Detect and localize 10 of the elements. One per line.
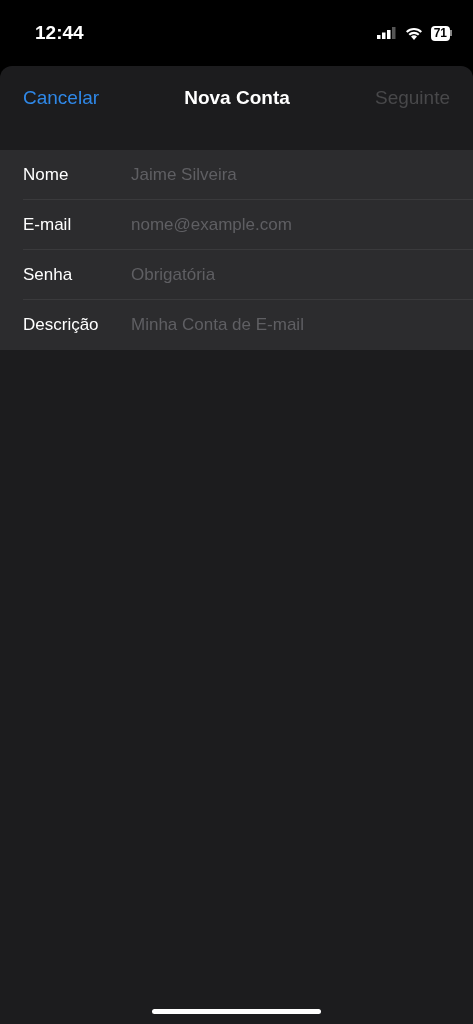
field-label: Nome — [23, 163, 70, 186]
field-label: Descrição — [23, 314, 100, 337]
field-label: E-mail — [23, 213, 73, 236]
wifi-icon — [404, 26, 423, 40]
field-label: Senha — [23, 263, 74, 286]
cancel-button[interactable]: Cancelar — [23, 83, 100, 113]
signal-icon — [376, 27, 397, 39]
battery-icon: 71 — [430, 25, 453, 41]
status-time: 12:44 — [35, 20, 84, 45]
screen-title: Nova Conta — [184, 85, 290, 110]
